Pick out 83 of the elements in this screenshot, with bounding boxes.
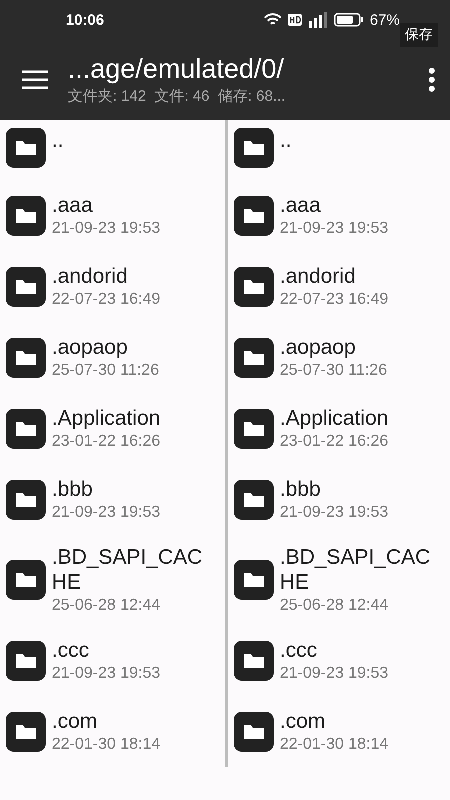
folder-name: .ccc xyxy=(52,638,90,664)
save-button[interactable]: 保存 xyxy=(400,23,438,47)
file-list-item[interactable]: .BD_SAPI_CACHE 25-06-28 12:44 xyxy=(228,535,450,626)
file-list-item[interactable]: .aopaop 25-07-30 11:26 xyxy=(228,322,450,393)
folder-name: .ccc xyxy=(280,638,318,664)
file-list-item[interactable]: .. xyxy=(228,120,450,180)
modified-date: 25-07-30 11:26 xyxy=(280,362,388,380)
folder-icon xyxy=(6,128,46,168)
folder-icon xyxy=(6,196,46,236)
clock-time: 10:06 xyxy=(66,12,104,28)
folder-icon xyxy=(6,266,46,306)
folder-icon xyxy=(6,712,46,752)
folder-icon xyxy=(6,560,46,600)
folder-icon xyxy=(6,480,46,520)
battery-icon xyxy=(334,13,364,27)
battery-percent: 67% xyxy=(370,12,400,28)
folder-name: .Application xyxy=(280,406,390,432)
folder-icon xyxy=(234,640,274,681)
folder-name: .com xyxy=(280,709,327,734)
folder-icon xyxy=(234,338,274,378)
modified-date: 25-07-30 11:26 xyxy=(52,362,160,380)
menu-button[interactable] xyxy=(22,70,48,90)
folder-name: .aopaop xyxy=(280,334,357,360)
file-list-item[interactable]: .com 22-01-30 18:14 xyxy=(0,696,225,768)
folder-name: .BD_SAPI_CACHE xyxy=(52,545,204,596)
modified-date: 22-01-30 18:14 xyxy=(52,736,162,754)
file-list-item[interactable]: .. xyxy=(0,120,225,180)
modified-date: 21-09-23 19:53 xyxy=(52,220,162,238)
file-list-item[interactable]: .bbb 21-09-23 19:53 xyxy=(228,464,450,535)
folder-path: ...age/emulated/0/ xyxy=(68,54,286,85)
file-list-item[interactable]: .andorid 22-07-23 16:49 xyxy=(228,251,450,322)
folder-icon xyxy=(234,712,274,752)
file-list-item[interactable]: .aaa 21-09-23 19:53 xyxy=(0,180,225,251)
file-list-item[interactable]: .aopaop 25-07-30 11:26 xyxy=(0,322,225,393)
modified-date: 23-01-22 16:26 xyxy=(52,433,162,452)
more-button[interactable] xyxy=(428,68,436,92)
folder-icon xyxy=(6,408,46,448)
folder-name: .bbb xyxy=(52,476,94,502)
folder-icon xyxy=(6,640,46,681)
folder-icon xyxy=(234,196,274,236)
folder-name: .aopaop xyxy=(52,334,129,360)
folder-icon xyxy=(234,480,274,520)
file-list-item[interactable]: .Application 23-01-22 16:26 xyxy=(0,393,225,464)
file-list-item[interactable]: .bbb 21-09-23 19:53 xyxy=(0,464,225,535)
folder-name: .andorid xyxy=(280,264,357,290)
file-list-item[interactable]: .ccc 21-09-23 19:53 xyxy=(0,625,225,696)
folder-name: .BD_SAPI_CACHE xyxy=(280,545,432,596)
folder-name: .andorid xyxy=(52,264,129,290)
folder-name: .bbb xyxy=(280,476,322,502)
folder-name: .Application xyxy=(52,406,162,432)
modified-date: 21-09-23 19:53 xyxy=(280,665,390,684)
modified-date: 22-07-23 16:49 xyxy=(280,291,390,310)
modified-date: 21-09-23 19:53 xyxy=(52,504,162,522)
wifi-icon xyxy=(264,13,282,27)
folder-name: .. xyxy=(280,128,293,154)
modified-date: 22-01-30 18:14 xyxy=(280,736,390,754)
folder-name: .com xyxy=(52,709,99,734)
modified-date: 21-09-23 19:53 xyxy=(280,504,390,522)
folder-summary: 文件夹: 142 文件: 46 储存: 68... xyxy=(68,87,287,106)
menu-icon xyxy=(22,70,48,90)
folder-name: .aaa xyxy=(280,192,322,218)
folder-icon xyxy=(234,128,274,168)
file-list-item[interactable]: .andorid 22-07-23 16:49 xyxy=(0,251,225,322)
folder-name: .. xyxy=(52,128,65,154)
modified-date: 25-06-28 12:44 xyxy=(280,597,390,616)
folder-icon xyxy=(234,408,274,448)
hd-icon xyxy=(288,14,302,26)
modified-date: 23-01-22 16:26 xyxy=(280,433,390,452)
modified-date: 21-09-23 19:53 xyxy=(52,665,162,684)
file-list-item[interactable]: .BD_SAPI_CACHE 25-06-28 12:44 xyxy=(0,535,225,626)
file-list-item[interactable]: .Application 23-01-22 16:26 xyxy=(228,393,450,464)
folder-name: .aaa xyxy=(52,192,94,218)
file-list-item[interactable]: .com 22-01-30 18:14 xyxy=(228,696,450,768)
folder-icon xyxy=(6,338,46,378)
folder-icon xyxy=(234,560,274,600)
file-list-item[interactable]: .aaa 21-09-23 19:53 xyxy=(228,180,450,251)
folder-icon xyxy=(234,266,274,306)
modified-date: 22-07-23 16:49 xyxy=(52,291,162,310)
file-list-item[interactable]: .ccc 21-09-23 19:53 xyxy=(228,625,450,696)
modified-date: 21-09-23 19:53 xyxy=(280,220,390,238)
modified-date: 25-06-28 12:44 xyxy=(52,597,162,616)
signal-icon xyxy=(308,12,328,28)
more-icon xyxy=(428,68,436,92)
